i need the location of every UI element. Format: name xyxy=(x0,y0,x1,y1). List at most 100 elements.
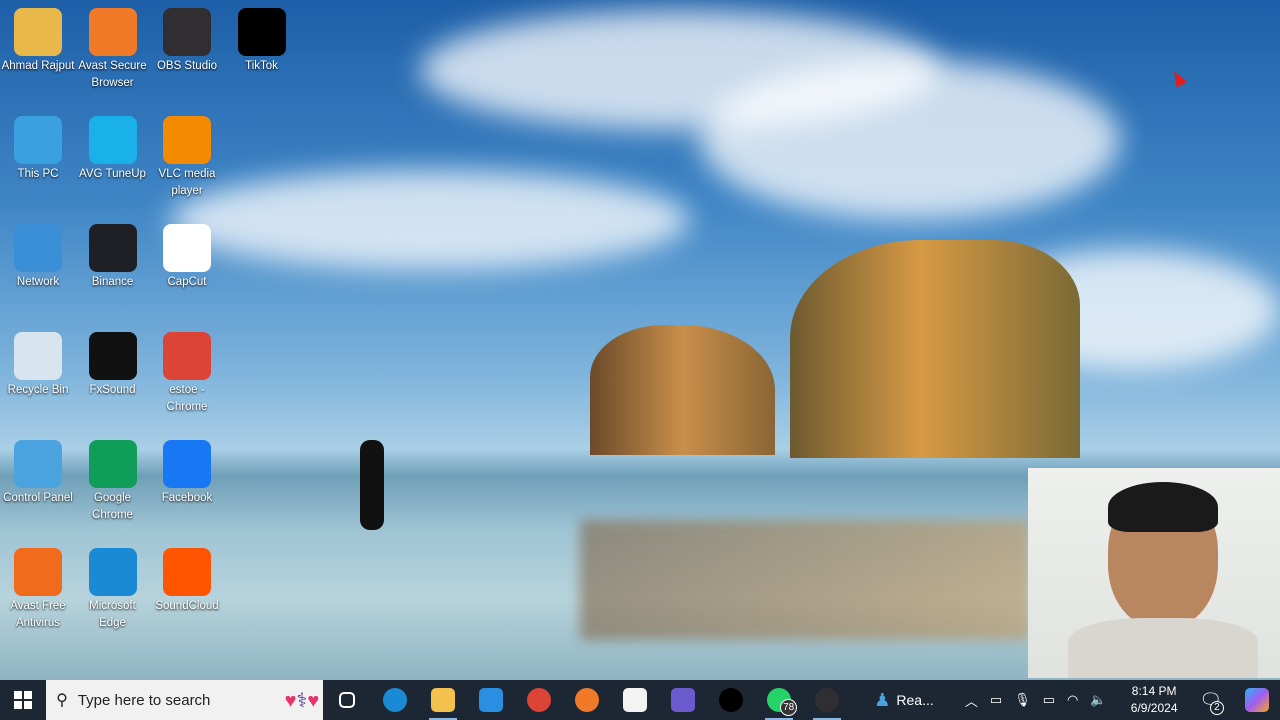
desktop-icon-soundcloud[interactable]: SoundCloud xyxy=(149,548,225,615)
control-panel-icon xyxy=(14,440,62,488)
clock[interactable]: 8:14 PM 6/9/2024 xyxy=(1121,683,1188,717)
date: 6/9/2024 xyxy=(1130,701,1178,715)
desktop-icon-recycle-bin[interactable]: Recycle Bin xyxy=(0,332,76,399)
desktop-icon-chrome-profile[interactable]: estoe - Chrome xyxy=(149,332,225,416)
whatsapp-unread-badge: 78 xyxy=(780,699,798,716)
desktop-icon-label: Network xyxy=(16,276,60,288)
chevron-up-icon[interactable]: ︿ xyxy=(965,691,978,710)
desktop-icon-computer[interactable]: This PC xyxy=(0,116,76,183)
desktop-icon-label: FxSound xyxy=(89,384,136,396)
edge-icon xyxy=(88,548,137,596)
desktop-icon-label: Recycle Bin xyxy=(7,384,69,396)
binance-icon xyxy=(88,224,137,272)
avast-browser-icon xyxy=(88,8,137,56)
obs-icon xyxy=(815,688,840,712)
user-folder-icon xyxy=(14,8,62,56)
rock-reflection xyxy=(580,520,1030,640)
notification-center-button[interactable]: 🗨 2 xyxy=(1188,680,1234,720)
avg-tuneup-icon xyxy=(88,116,137,164)
copilot-button[interactable] xyxy=(1234,680,1280,720)
small-rock xyxy=(590,325,775,455)
taskbar-microsoft-store-button[interactable] xyxy=(611,680,659,720)
desktop-icon-label: Google Chrome xyxy=(92,492,133,521)
desktop-icon-control-panel[interactable]: Control Panel xyxy=(0,440,76,507)
mouse-cursor xyxy=(1168,68,1188,88)
desktop-icon-obs[interactable]: OBS Studio xyxy=(149,8,225,75)
search-placeholder: Type here to search xyxy=(77,691,211,709)
battery-icon[interactable]: ▭ xyxy=(1043,692,1055,708)
desktop-icon-edge[interactable]: Microsoft Edge xyxy=(75,548,151,632)
desktop-icon-label: VLC media player xyxy=(158,168,216,197)
taskbar-copilot-app-button[interactable] xyxy=(659,680,707,720)
search-highlight-icon: ♥⚕♥ xyxy=(284,689,320,712)
copilot-app-icon xyxy=(671,688,696,712)
desktop-icon-label: AVG TuneUp xyxy=(79,168,146,180)
facebook-icon xyxy=(163,440,211,488)
soundcloud-icon xyxy=(163,548,211,596)
desktop-icon-label: Control Panel xyxy=(3,492,73,504)
search-icon: ⚲ xyxy=(56,692,68,709)
desktop-icon-label: estoe - Chrome xyxy=(166,384,208,413)
desktop-icon-label: Avast Secure Browser xyxy=(78,60,147,89)
taskbar: ⚲ Type here to search ♥⚕♥ 78 ♟ Rea... ︿ ▭… xyxy=(0,680,1280,720)
obs-icon xyxy=(163,8,211,56)
desktop-icon-label: OBS Studio xyxy=(156,60,218,72)
desktop-icon-capcut[interactable]: CapCut xyxy=(149,224,225,291)
desktop-icon-chrome[interactable]: Google Chrome xyxy=(75,440,151,524)
copilot-icon xyxy=(1244,688,1269,712)
chess-app-icon: ♟ xyxy=(874,689,891,710)
desktop-icon-avast-browser[interactable]: Avast Secure Browser xyxy=(75,8,151,92)
taskbar-edge-button[interactable] xyxy=(371,680,419,720)
task-view-icon xyxy=(339,692,356,708)
desktop-icon-fxsound[interactable]: FxSound xyxy=(75,332,151,399)
desktop: Ahmad Rajput Avast Secure Browser OBS Stud… xyxy=(0,0,1280,680)
chrome-icon xyxy=(88,440,137,488)
desktop-icon-tiktok[interactable]: TikTok xyxy=(224,8,300,75)
desktop-icon-label: Avast Free Antivirus xyxy=(10,600,66,629)
desktop-icon-label: Microsoft Edge xyxy=(89,600,136,629)
running-app-button[interactable]: ♟ Rea... xyxy=(851,680,957,720)
desktop-icon-label: Binance xyxy=(91,276,134,288)
taskbar-tiktok-button[interactable] xyxy=(707,680,755,720)
taskbar-chrome-button[interactable] xyxy=(515,680,563,720)
volume-icon[interactable]: 🔈 xyxy=(1090,692,1106,708)
edge-icon xyxy=(383,688,408,712)
runner-silhouette xyxy=(360,440,384,530)
arch-rock xyxy=(790,240,1080,458)
file-explorer-icon xyxy=(431,688,456,712)
fxsound-icon xyxy=(88,332,137,380)
taskbar-whatsapp-button[interactable]: 78 xyxy=(755,680,803,720)
time: 8:14 PM xyxy=(1131,684,1177,698)
start-button[interactable] xyxy=(0,680,46,720)
tiktok-icon xyxy=(719,688,744,712)
windows-icon xyxy=(14,691,33,709)
avast-antivirus-icon xyxy=(14,548,62,596)
microphone-icon[interactable]: 🎙 xyxy=(1014,692,1031,708)
webcam-overlay xyxy=(1028,468,1280,678)
vlc-icon xyxy=(163,116,211,164)
desktop-icon-network[interactable]: Network xyxy=(0,224,76,291)
taskbar-task-view-button[interactable] xyxy=(323,680,371,720)
desktop-icon-binance[interactable]: Binance xyxy=(75,224,151,291)
computer-icon xyxy=(14,116,62,164)
taskbar-obs-button[interactable] xyxy=(803,680,851,720)
search-box[interactable]: ⚲ Type here to search ♥⚕♥ xyxy=(46,680,324,720)
desktop-icon-label: SoundCloud xyxy=(155,600,219,612)
desktop-icon-avg-tuneup[interactable]: AVG TuneUp xyxy=(75,116,151,183)
avast-browser-icon xyxy=(575,688,600,712)
meet-now-icon[interactable]: ▭ xyxy=(990,692,1002,708)
capcut-icon xyxy=(163,224,211,272)
network-icon xyxy=(14,224,62,272)
wifi-icon[interactable]: ◠ xyxy=(1067,692,1078,708)
desktop-icon-avast-antivirus[interactable]: Avast Free Antivirus xyxy=(0,548,76,632)
desktop-icon-vlc[interactable]: VLC media player xyxy=(149,116,225,200)
desktop-icon-user-folder[interactable]: Ahmad Rajput xyxy=(0,8,76,75)
taskbar-mail-button[interactable] xyxy=(467,680,515,720)
chrome-icon xyxy=(527,688,552,712)
desktop-icon-facebook[interactable]: Facebook xyxy=(149,440,225,507)
desktop-icon-label: Ahmad Rajput xyxy=(1,60,75,72)
notification-count: 2 xyxy=(1209,701,1224,715)
desktop-icon-label: This PC xyxy=(17,168,59,180)
taskbar-file-explorer-button[interactable] xyxy=(419,680,467,720)
taskbar-avast-browser-button[interactable] xyxy=(563,680,611,720)
